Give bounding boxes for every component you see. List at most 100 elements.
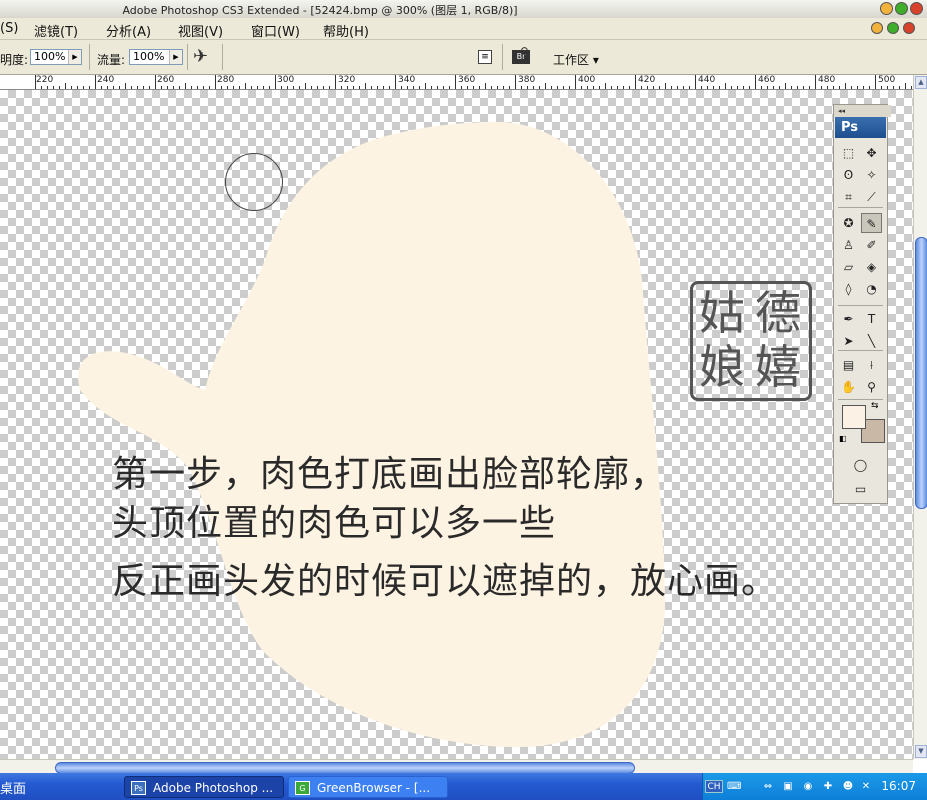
search-icon[interactable]: ⚲ (520, 45, 529, 59)
ruler-tick (287, 86, 288, 89)
ruler-label: 500 (878, 75, 896, 85)
ruler-tick (725, 83, 726, 89)
airbrush-icon[interactable]: ✈ (193, 46, 208, 67)
volume-icon[interactable]: ✕ (859, 780, 873, 794)
hand-tool[interactable]: ✋ (838, 377, 859, 397)
scroll-down-icon[interactable]: ▼ (915, 745, 927, 758)
quick-mask-icon[interactable]: ◯ (850, 455, 871, 475)
ruler-tick (641, 86, 642, 89)
foreground-color-swatch[interactable] (842, 405, 866, 429)
notes-tool[interactable]: ▤ (838, 355, 859, 375)
ruler-tick (449, 86, 450, 89)
ruler-tick (491, 86, 492, 89)
ruler-tick (119, 86, 120, 89)
bucket-tool[interactable]: ◈ (861, 257, 882, 277)
opacity-input[interactable]: 100% ▶ (30, 49, 82, 65)
ruler-tick (383, 86, 384, 89)
taskbar-greenbrowser-button[interactable]: G GreenBrowser - [... (288, 776, 448, 798)
ruler-tick (299, 86, 300, 89)
ruler-tick (743, 86, 744, 89)
scroll-up-icon[interactable]: ▲ (915, 76, 927, 89)
document-controls (871, 22, 915, 34)
ime-indicator[interactable]: CH (705, 780, 723, 793)
ruler-tick (821, 86, 822, 89)
browser-icon[interactable]: ◉ (801, 780, 815, 794)
slice-tool[interactable]: ⟋ (861, 187, 882, 207)
ruler-tick (431, 86, 432, 89)
crop-tool[interactable]: ⌗ (838, 187, 859, 207)
keyboard-icon[interactable]: ⌨ (727, 780, 741, 794)
type-tool[interactable]: T (861, 309, 882, 329)
ruler-tick (809, 86, 810, 89)
taskbar-button-label: GreenBrowser - [... (317, 781, 431, 795)
workspace-menu[interactable]: 工作区 ▾ (553, 51, 599, 68)
close-button[interactable] (910, 2, 923, 15)
ruler-tick (695, 75, 696, 89)
shield-icon[interactable]: ✚ (821, 780, 835, 794)
brush-tool[interactable]: ✎ (861, 213, 882, 233)
opacity-value: 100% (34, 50, 66, 63)
eyedropper-tool[interactable]: ⟊ (861, 355, 882, 375)
minimize-button[interactable] (880, 2, 893, 15)
panel-grip[interactable]: ◂◂ (834, 105, 891, 117)
eraser-tool[interactable]: ▱ (838, 257, 859, 277)
ruler-tick (713, 86, 714, 89)
doc-restore-button[interactable] (887, 22, 899, 34)
ruler-tick (221, 86, 222, 89)
magic-wand-tool[interactable]: ✧ (861, 165, 882, 185)
menu-window[interactable]: 窗口(W) (251, 21, 300, 40)
palette-well-icon[interactable]: ≡ (478, 50, 492, 64)
flow-dropdown-icon[interactable]: ▶ (169, 50, 182, 64)
ruler-tick (233, 86, 234, 89)
zoom-tool[interactable]: ⚲ (861, 377, 882, 397)
flow-input[interactable]: 100% ▶ (129, 49, 183, 65)
ruler-label: 360 (458, 75, 476, 85)
lasso-tool[interactable]: ʘ (838, 165, 859, 185)
menu-view[interactable]: 视图(V) (178, 21, 223, 40)
history-brush-tool[interactable]: ✐ (861, 235, 882, 255)
ruler-tick (569, 86, 570, 89)
dodge-tool[interactable]: ◔ (861, 279, 882, 299)
default-colors-icon[interactable]: ◧ (839, 434, 847, 443)
document-canvas[interactable]: 第一步，肉色打底画出脸部轮廓， 头顶位置的肉色可以多一些 反正画头发的时候可以遮… (0, 90, 913, 759)
ruler-tick (77, 86, 78, 89)
blur-tool[interactable]: ◊ (838, 279, 859, 299)
show-desktop-label[interactable]: 桌面 (0, 778, 26, 797)
horizontal-scrollbar[interactable] (0, 759, 913, 774)
ruler-tick (737, 86, 738, 89)
pen-tool[interactable]: ✒ (838, 309, 859, 329)
ruler-tick (275, 75, 276, 89)
ruler-tick (227, 86, 228, 89)
move-tool[interactable]: ✥ (861, 143, 882, 163)
ruler-tick (413, 86, 414, 89)
marquee-tool[interactable]: ⬚ (838, 143, 859, 163)
ruler-tick (377, 86, 378, 89)
line-tool[interactable]: ╲ (861, 331, 882, 351)
vertical-scrollbar[interactable]: ▲ ▼ (913, 75, 927, 759)
screen-mode-icon[interactable]: ▭ (850, 479, 871, 499)
vertical-scroll-thumb[interactable] (915, 237, 927, 509)
doc-close-button[interactable] (903, 22, 915, 34)
annotation-line-1: 第一步，肉色打底画出脸部轮廓， (112, 454, 668, 495)
ruler-tick (359, 86, 360, 89)
stamp-tool[interactable]: ♙ (838, 235, 859, 255)
seal-char: 姑 (699, 286, 745, 340)
ruler-label: 340 (398, 75, 416, 85)
swap-colors-icon[interactable]: ⇆ (871, 401, 879, 411)
alert-icon[interactable]: ☻ (841, 780, 855, 794)
taskbar-photoshop-button[interactable]: Ps Adobe Photoshop ... (124, 776, 284, 798)
network-icon[interactable]: ⇔ (761, 780, 775, 794)
menu-filter[interactable]: 滤镜(T) (34, 21, 78, 40)
healing-tool[interactable]: ✪ (838, 213, 859, 233)
ruler-tick (875, 75, 876, 89)
maximize-button[interactable] (895, 2, 908, 15)
opacity-dropdown-icon[interactable]: ▶ (68, 50, 81, 64)
divider (838, 207, 883, 208)
path-select-tool[interactable]: ➤ (838, 331, 859, 351)
doc-minimize-button[interactable] (871, 22, 883, 34)
menu-select[interactable]: (S) (0, 21, 18, 36)
app-icon[interactable]: ▣ (781, 780, 795, 794)
ruler-tick (857, 86, 858, 89)
menu-analysis[interactable]: 分析(A) (106, 21, 151, 40)
menu-help[interactable]: 帮助(H) (323, 21, 369, 40)
